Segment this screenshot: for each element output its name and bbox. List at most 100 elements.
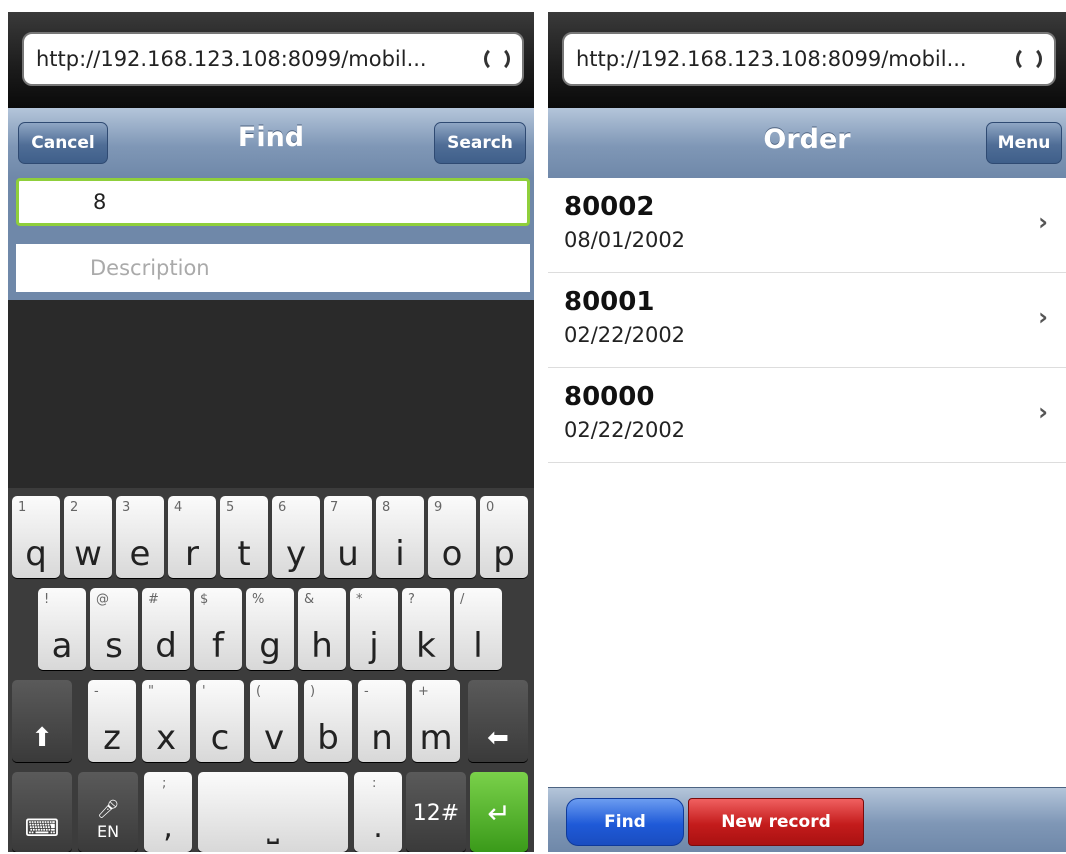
key-label: o [441,534,463,574]
new-record-button[interactable]: New record [688,798,864,846]
key-hint: " [148,684,154,699]
key-label: b [317,718,339,758]
semicolon-key[interactable]: ; , [144,772,192,852]
key-k[interactable]: ? k [402,588,450,670]
key-x[interactable]: " x [142,680,190,762]
list-item[interactable]: 80001 02/22/2002 › [548,273,1066,368]
key-g[interactable]: % g [246,588,294,670]
key-z[interactable]: -z [88,680,136,762]
key-j[interactable]: * j [350,588,398,670]
menu-button[interactable]: Menu [986,122,1062,164]
key-hint: - [94,684,99,699]
key-u[interactable]: 7u [324,496,372,578]
url-field[interactable]: http://192.168.123.108:8099/mobil... [22,32,524,86]
key-h[interactable]: & h [298,588,346,670]
key-label: e [129,534,151,574]
key-e[interactable]: 3e [116,496,164,578]
key-hint: 5 [226,500,235,515]
key-label: l [473,626,483,666]
key-hint: % [252,592,265,607]
key-label: t [237,534,251,574]
key-label: j [369,626,379,666]
reload-icon[interactable] [1016,46,1042,72]
symbols-key[interactable]: 12# [406,772,466,852]
key-p[interactable]: 0p [480,496,528,578]
space-key[interactable]: ⎵ [198,772,348,852]
order-screen: http://192.168.123.108:8099/mobil... Ord… [548,12,1066,852]
key-label: k [416,626,436,666]
key-c[interactable]: ' c [196,680,244,762]
key-hint: - [364,684,369,699]
key-o[interactable]: 9o [428,496,476,578]
key-hint: ' [202,684,206,699]
key-a[interactable]: ! a [38,588,86,670]
key-n[interactable]: -n [358,680,406,762]
description-input[interactable]: Description [16,244,530,292]
key-l[interactable]: / l [454,588,502,670]
footer-toolbar: Find New record [548,787,1066,852]
key-label: r [185,534,199,574]
key-label: h [311,626,333,666]
order-number: 80002 [564,192,655,222]
key-hint: & [304,592,315,607]
chevron-right-icon: › [1038,303,1048,331]
key-r[interactable]: 4r [168,496,216,578]
key-label: a [51,626,73,666]
find-screen: http://192.168.123.108:8099/mobil... Can… [8,12,534,852]
key-v[interactable]: (v [250,680,298,762]
key-label: n [371,718,393,758]
key-hint: 4 [174,500,183,515]
list-item[interactable]: 80000 02/22/2002 › [548,368,1066,463]
key-hint: 8 [382,500,391,515]
search-button[interactable]: Search [434,122,526,164]
order-date: 08/01/2002 [564,228,686,252]
key-y[interactable]: 6y [272,496,320,578]
key-b[interactable]: ) b [304,680,352,762]
key-w[interactable]: 2w [64,496,112,578]
key-label: c [210,718,230,758]
key-hint: # [148,592,159,607]
key-q[interactable]: 1q [12,496,60,578]
order-list: 80002 08/01/2002 › 80001 02/22/2002 › 80… [548,178,1066,463]
key-label: d [155,626,177,666]
empty-area [8,300,534,488]
key-hint: @ [96,592,109,607]
key-label: v [263,718,285,758]
key-hint: * [356,592,363,607]
url-text: http://192.168.123.108:8099/mobil... [576,47,967,71]
period-key[interactable]: : . [354,772,402,852]
url-field[interactable]: http://192.168.123.108:8099/mobil... [562,32,1056,86]
find-form: 8 Description [8,178,534,300]
browser-bar: http://192.168.123.108:8099/mobil... [548,12,1066,108]
key-m[interactable]: + m [412,680,460,762]
key-hint: 2 [70,500,79,515]
find-navbar: Cancel Find Search [8,108,534,179]
order-number-input[interactable]: 8 [16,178,530,226]
key-hint: 7 [330,500,339,515]
key-hint: $ [200,592,209,607]
key-hint: ? [408,592,415,607]
order-number: 80001 [564,287,655,317]
enter-key[interactable]: ↵ [470,772,528,852]
keyboard-icon[interactable]: ⌨ [12,772,72,852]
order-number: 80000 [564,382,655,412]
list-item[interactable]: 80002 08/01/2002 › [548,178,1066,273]
reload-icon[interactable] [484,46,510,72]
chevron-right-icon: › [1038,208,1048,236]
key-label: y [285,534,307,574]
key-hint: 3 [122,500,131,515]
order-navbar: Order Menu [548,108,1066,179]
key-t[interactable]: 5t [220,496,268,578]
backspace-key[interactable]: ⬅ [468,680,528,762]
mic-key[interactable]: 🎤︎ EN [78,772,138,852]
key-s[interactable]: @ s [90,588,138,670]
key-label: f [212,626,224,666]
shift-key[interactable]: ⬆ [12,680,72,762]
key-label: m [419,718,453,758]
key-label: w [74,534,102,574]
key-i[interactable]: 8i [376,496,424,578]
key-d[interactable]: # d [142,588,190,670]
find-button[interactable]: Find [566,798,684,846]
key-f[interactable]: $ f [194,588,242,670]
key-label: u [337,534,359,574]
